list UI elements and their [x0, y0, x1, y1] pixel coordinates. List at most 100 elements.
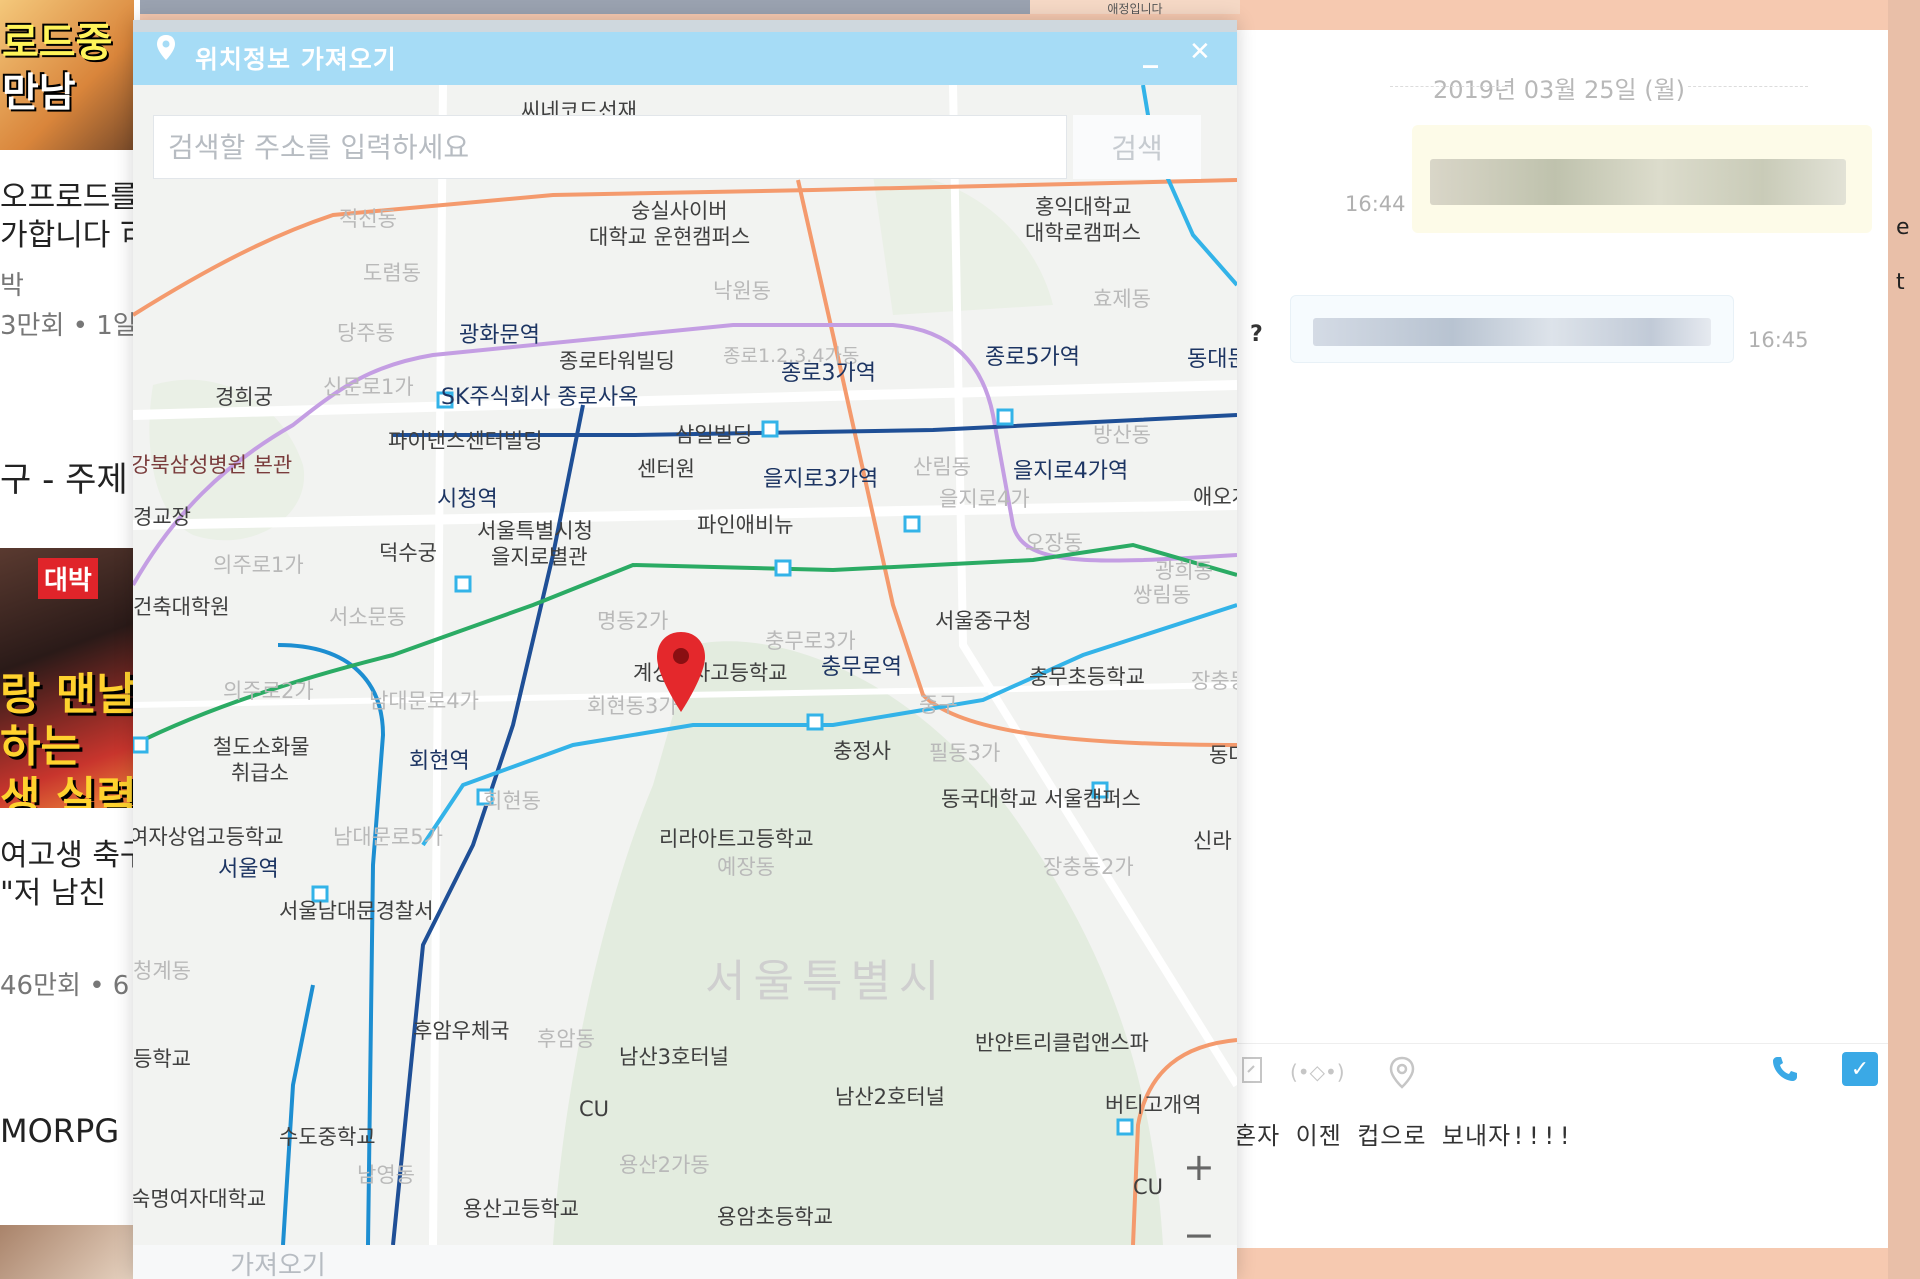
- map-label[interactable]: 여자상업고등학교: [133, 821, 284, 851]
- map-label[interactable]: 남산2호터널: [835, 1081, 945, 1111]
- map-station-label[interactable]: 시청역: [437, 481, 498, 513]
- map-label[interactable]: 의주로1가: [213, 549, 304, 579]
- map-label[interactable]: 등학교: [133, 1043, 191, 1073]
- location-pin-icon: [155, 34, 177, 66]
- map-label[interactable]: 센터원: [637, 453, 695, 483]
- map-label[interactable]: 종로타워빌딩: [559, 345, 675, 375]
- map-label[interactable]: 남영동: [357, 1159, 415, 1189]
- map-label[interactable]: 리라아트고등학교: [659, 823, 814, 853]
- map-label[interactable]: 파이낸스센터빌딩: [388, 425, 543, 455]
- map-label[interactable]: 삼일빌딩: [675, 419, 752, 449]
- map-label[interactable]: 용산고등학교: [463, 1193, 579, 1223]
- map-station-label[interactable]: 종로3가역: [781, 355, 876, 387]
- video-title[interactable]: MORPG: [0, 1112, 119, 1150]
- minimize-button[interactable]: _: [1143, 34, 1158, 69]
- map-label[interactable]: 대학로캠퍼스: [1025, 217, 1141, 247]
- map-label[interactable]: 오장동: [1025, 527, 1083, 557]
- map-label[interactable]: 후암동: [537, 1023, 595, 1053]
- map-station-label[interactable]: 종로5가역: [985, 339, 1080, 371]
- video-thumbnail[interactable]: 대박 랑 맨날 하는 생 실력!: [0, 548, 134, 808]
- video-channel[interactable]: 박: [0, 265, 24, 302]
- map-label[interactable]: 효제동: [1093, 283, 1151, 313]
- map-station-label[interactable]: 회현역: [409, 743, 470, 775]
- map-station-label[interactable]: 버티고개역: [1105, 1089, 1202, 1119]
- map-label[interactable]: 적선동: [339, 203, 397, 233]
- map-label[interactable]: 동국대학교 서울캠퍼스: [941, 783, 1141, 813]
- map-label[interactable]: 서소문동: [329, 601, 406, 631]
- video-title[interactable]: 가합니다 可: [0, 210, 140, 254]
- video-thumbnail[interactable]: [0, 1225, 134, 1279]
- map-label[interactable]: 후암우체국: [413, 1015, 510, 1045]
- map-label[interactable]: 경교장: [133, 501, 191, 531]
- map-label[interactable]: 낙원동: [713, 275, 771, 305]
- map-label[interactable]: 남대문로5가: [333, 821, 443, 851]
- video-title[interactable]: 구 - 주제: [0, 452, 128, 501]
- map-station-label[interactable]: 동대문: [1187, 341, 1237, 373]
- zoom-in-button[interactable]: +: [1183, 1145, 1215, 1189]
- fetch-location-button[interactable]: 가져오기: [203, 1245, 353, 1279]
- map-label[interactable]: 신라: [1193, 825, 1232, 855]
- emoticon-icon[interactable]: (•◇•): [1290, 1060, 1345, 1084]
- dialog-titlebar[interactable]: 위치정보 가져오기 _ ✕: [133, 20, 1237, 85]
- phone-icon[interactable]: [1770, 1054, 1800, 1088]
- location-pin-icon[interactable]: [1388, 1056, 1416, 1097]
- file-attach-icon[interactable]: [1240, 1056, 1266, 1091]
- chat-message-input[interactable]: [1230, 1113, 1870, 1153]
- map-label[interactable]: 강북삼성병원 본관: [133, 449, 292, 479]
- map-station-label[interactable]: 을지로4가역: [1013, 453, 1128, 485]
- map-station-label[interactable]: 서울역: [218, 851, 279, 883]
- map-label[interactable]: 숙명여자대학교: [133, 1183, 266, 1213]
- map-label[interactable]: 쌍림동: [1133, 579, 1191, 609]
- map-station-label[interactable]: 충무로역: [821, 649, 902, 681]
- video-thumbnail[interactable]: 로드중 만남: [0, 0, 134, 150]
- message-bubble-incoming[interactable]: [1290, 295, 1734, 363]
- map-label[interactable]: 건축대학원: [133, 591, 230, 621]
- map-station-label[interactable]: 을지로3가역: [763, 461, 878, 493]
- map-label[interactable]: 남대문로4가: [369, 685, 479, 715]
- map-label[interactable]: 남산3호터널: [619, 1041, 729, 1071]
- map-label[interactable]: 청계동: [133, 955, 191, 985]
- map-label[interactable]: 방산동: [1093, 419, 1151, 449]
- map-label[interactable]: 당주동: [337, 317, 395, 347]
- map-label[interactable]: 애오개: [1193, 481, 1237, 511]
- schedule-calendar-icon[interactable]: ✓: [1842, 1052, 1878, 1086]
- map-label[interactable]: 반얀트리클럽앤스파: [975, 1027, 1149, 1057]
- address-search-input[interactable]: [153, 115, 1067, 179]
- map-label[interactable]: 필동3가: [929, 737, 1000, 767]
- map-label[interactable]: 예장동: [717, 851, 775, 881]
- map-label[interactable]: 을지로4가: [939, 483, 1030, 513]
- map-label[interactable]: 용암초등학교: [717, 1201, 833, 1231]
- map-label[interactable]: 경희궁: [215, 381, 273, 411]
- map-label[interactable]: 용산2가동: [619, 1149, 710, 1179]
- map-label[interactable]: 충정사: [833, 735, 891, 765]
- message-bubble-outgoing[interactable]: [1412, 125, 1872, 233]
- map-label[interactable]: 산림동: [913, 451, 971, 481]
- map-label[interactable]: 중구: [919, 689, 958, 719]
- map-label[interactable]: 의주로2가: [223, 675, 314, 705]
- map-label[interactable]: 수도중학교: [279, 1121, 376, 1151]
- map-view[interactable]: 씨네코드선재 숭실사이버 대학교 운현캠퍼스 홍익대학교 대학로캠퍼스 적선동 …: [133, 85, 1237, 1245]
- map-label[interactable]: 덕수궁: [379, 537, 437, 567]
- map-label[interactable]: 을지로별관: [491, 541, 588, 571]
- map-label[interactable]: 신문로1가: [323, 371, 414, 401]
- map-label[interactable]: 도렴동: [363, 257, 421, 287]
- map-label[interactable]: CU: [1133, 1175, 1163, 1199]
- map-label[interactable]: 파인애비뉴: [697, 509, 794, 539]
- station-marker: [903, 515, 921, 533]
- map-label[interactable]: 충무초등학교: [1029, 661, 1145, 691]
- map-label[interactable]: 장충동2가: [1043, 851, 1134, 881]
- map-label[interactable]: CU: [579, 1097, 609, 1121]
- map-station-label[interactable]: 동대입구: [1209, 739, 1237, 769]
- map-station-label[interactable]: 광화문역: [459, 317, 540, 349]
- map-label[interactable]: 장충동: [1191, 665, 1237, 695]
- map-label[interactable]: 회현동: [483, 785, 541, 815]
- map-label[interactable]: 서울중구청: [935, 605, 1032, 635]
- video-title[interactable]: "저 남친: [0, 868, 106, 912]
- zoom-out-button[interactable]: −: [1183, 1213, 1215, 1245]
- map-label[interactable]: 서울남대문경찰서: [279, 895, 434, 925]
- map-label[interactable]: 취급소: [231, 757, 289, 787]
- search-button[interactable]: 검색: [1073, 115, 1201, 179]
- close-button[interactable]: ✕: [1189, 37, 1211, 67]
- map-label[interactable]: SK주식회사 종로사옥: [441, 379, 638, 411]
- map-label[interactable]: 대학교 운현캠퍼스: [589, 221, 750, 251]
